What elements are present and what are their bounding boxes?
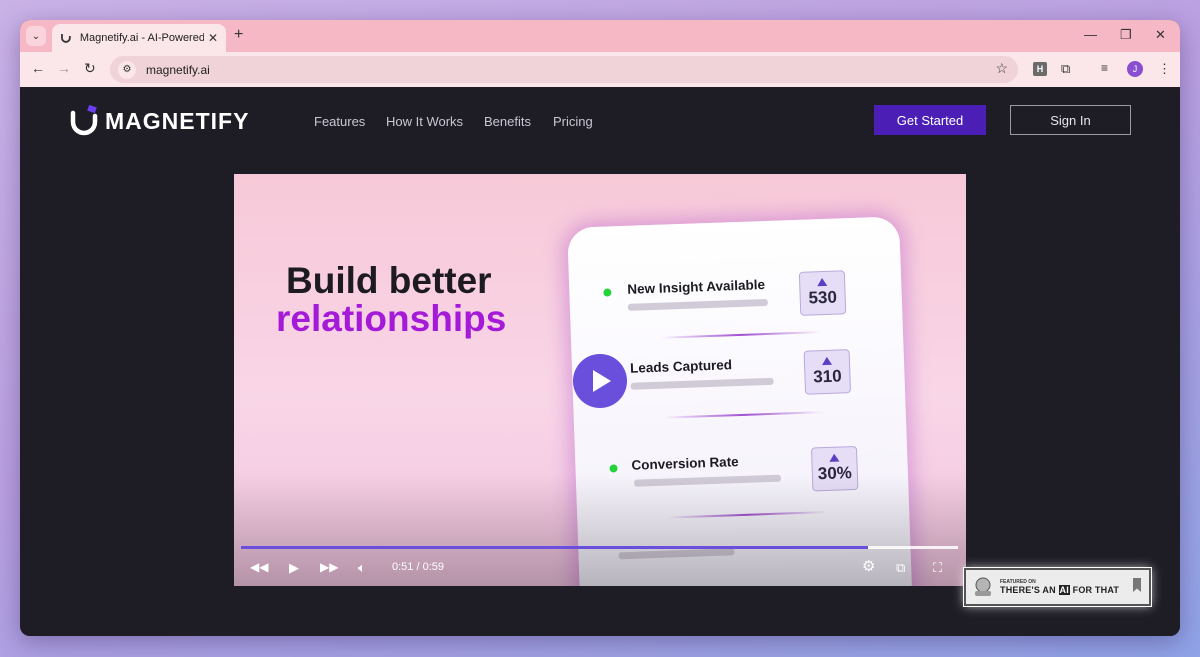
- big-play-button[interactable]: [573, 354, 627, 408]
- video-headline-line1: Build better: [286, 260, 492, 301]
- status-dot: [603, 288, 612, 297]
- close-window-icon[interactable]: ✕: [1155, 27, 1166, 43]
- fullscreen-icon[interactable]: ⛶: [933, 560, 942, 576]
- chevron-down-icon: ⌄: [31, 30, 41, 42]
- settings-gear-icon[interactable]: ⚙: [862, 557, 875, 575]
- badge-title: THERE'S AN AI FOR THAT: [1000, 585, 1119, 595]
- minimize-icon[interactable]: —: [1084, 27, 1097, 42]
- fast-forward-icon[interactable]: ▶▶: [320, 560, 338, 574]
- address-bar[interactable]: ⚙ magnetify.ai ☆: [110, 56, 1018, 83]
- robot-arm-icon: [975, 577, 991, 596]
- reload-icon[interactable]: ↻: [84, 60, 96, 77]
- get-started-button[interactable]: Get Started: [874, 105, 986, 135]
- placeholder-bar: [630, 377, 774, 390]
- row-title-conversion: Conversion Rate: [631, 454, 739, 473]
- logo-wordmark: MAGNETIFY: [105, 107, 250, 134]
- progress-bar[interactable]: [241, 546, 958, 549]
- tab-title: Magnetify.ai - AI-Powered Lead: [79, 32, 204, 44]
- badge-title-pre: THERE'S AN: [1000, 585, 1056, 595]
- progress-fill: [241, 546, 869, 549]
- row-title-insight: New Insight Available: [627, 277, 766, 297]
- menu-kebab-icon[interactable]: ⋮: [1158, 61, 1171, 77]
- site-settings-icon[interactable]: ⚙: [118, 60, 136, 79]
- url-text: magnetify.ai: [146, 62, 210, 77]
- site-logo[interactable]: MAGNETIFY: [68, 104, 249, 138]
- extensions-puzzle-icon[interactable]: ⧉: [1061, 61, 1070, 77]
- tab-search-button[interactable]: ⌄: [26, 26, 46, 46]
- rewind-icon[interactable]: ◀◀: [250, 560, 268, 574]
- divider-line: [660, 331, 821, 339]
- featured-badge[interactable]: FEATURED ON THERE'S AN AI FOR THAT: [963, 567, 1152, 607]
- active-tab[interactable]: Magnetify.ai - AI-Powered Lead ✕: [52, 24, 226, 52]
- sign-in-button[interactable]: Sign In: [1010, 105, 1131, 135]
- volume-icon[interactable]: 🔈︎: [358, 560, 366, 576]
- page-content: MAGNETIFY Features How It Works Benefits…: [20, 87, 1180, 636]
- placeholder-bar: [627, 298, 768, 311]
- stat-card-leads: 310: [803, 349, 852, 395]
- nav-link-pricing[interactable]: Pricing: [553, 114, 593, 129]
- extension-h-icon[interactable]: H: [1033, 62, 1047, 76]
- up-triangle-icon: [829, 453, 840, 462]
- new-tab-button[interactable]: +: [234, 26, 243, 44]
- magnet-logo-icon: [70, 104, 98, 136]
- back-icon[interactable]: ←: [31, 60, 45, 76]
- browser-toolbar: ← → ↻ ⚙ magnetify.ai ☆ H ⧉ ≡ J ⋮: [20, 52, 1180, 87]
- up-triangle-icon: [817, 277, 828, 287]
- play-icon: [593, 370, 611, 392]
- stat-value: 530: [808, 287, 838, 308]
- magnet-favicon-icon: [61, 34, 71, 43]
- browser-window: ⌄ Magnetify.ai - AI-Powered Lead ✕ + — ❐…: [20, 20, 1180, 636]
- stat-value: 310: [812, 366, 842, 387]
- play-small-icon[interactable]: ▶: [289, 560, 299, 576]
- badge-title-ai: AI: [1058, 585, 1070, 595]
- stat-card-insight: 530: [798, 270, 847, 316]
- video-player[interactable]: Build better relationships New Insight A…: [234, 174, 966, 586]
- time-display: 0:51 / 0:59: [392, 561, 444, 573]
- restore-icon[interactable]: ❐: [1120, 27, 1132, 43]
- video-headline-line2: relationships: [276, 298, 507, 339]
- nav-link-features[interactable]: Features: [314, 114, 365, 129]
- close-tab-icon[interactable]: ✕: [208, 31, 218, 45]
- nav-link-benefits[interactable]: Benefits: [484, 114, 531, 129]
- row-title-leads: Leads Captured: [629, 357, 733, 376]
- badge-title-post: FOR THAT: [1072, 585, 1120, 595]
- status-dot: [609, 464, 618, 473]
- media-control-icon[interactable]: ≡: [1101, 61, 1108, 75]
- divider-line: [663, 411, 824, 419]
- forward-icon[interactable]: →: [57, 60, 71, 76]
- bookmark-icon: [1133, 578, 1141, 592]
- up-triangle-icon: [821, 356, 833, 366]
- tab-strip: ⌄ Magnetify.ai - AI-Powered Lead ✕ + — ❐…: [20, 20, 1180, 52]
- bookmark-star-icon[interactable]: ☆: [995, 60, 1008, 77]
- profile-avatar[interactable]: J: [1127, 61, 1143, 77]
- controls-gradient: [234, 474, 966, 586]
- picture-in-picture-icon[interactable]: ⧉: [896, 560, 905, 576]
- nav-link-how-it-works[interactable]: How It Works: [386, 114, 463, 129]
- badge-text: FEATURED ON THERE'S AN AI FOR THAT: [1000, 579, 1119, 595]
